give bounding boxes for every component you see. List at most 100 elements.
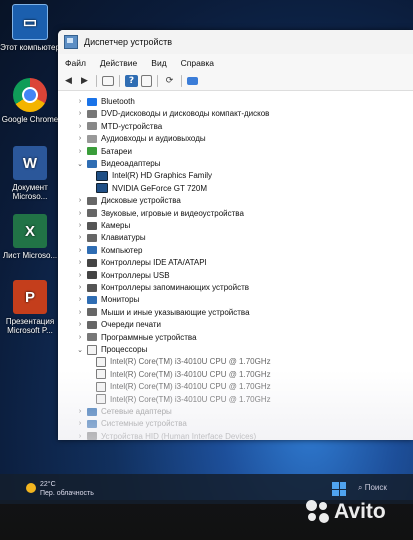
avito-watermark: Avito — [306, 500, 386, 524]
tree-item-label: Intel(R) Core(TM) i3-4010U CPU @ 1.70GHz — [110, 382, 271, 392]
menu-action[interactable]: Действие — [93, 58, 144, 68]
battery-icon — [87, 147, 97, 156]
tree-category[interactable]: ⌄ Процессоры — [76, 344, 147, 355]
forward-icon[interactable]: ▶ — [78, 75, 91, 87]
powerpoint-icon: P — [13, 280, 47, 314]
expanded-chevron-icon[interactable]: ⌄ — [76, 346, 84, 354]
expanded-chevron-icon[interactable]: ⌄ — [76, 160, 84, 168]
tree-item-label: Компьютер — [101, 245, 143, 255]
weather-widget[interactable]: 22°C Пер. облачность — [40, 480, 94, 498]
collapsed-chevron-icon[interactable]: › — [76, 408, 84, 415]
chrome-icon — [13, 78, 47, 112]
tree-category[interactable]: › Очереди печати — [76, 319, 161, 330]
tree-item-label: Сетевые адаптеры — [101, 407, 172, 416]
collapsed-chevron-icon[interactable]: › — [76, 433, 84, 440]
tree-category[interactable]: › Клавиатуры — [76, 232, 146, 243]
tree-category[interactable]: › MTD-устройства — [76, 121, 162, 132]
printer-icon — [87, 320, 97, 329]
cpu-icon — [87, 344, 97, 355]
collapsed-chevron-icon[interactable]: › — [76, 210, 84, 217]
collapsed-chevron-icon[interactable]: › — [76, 259, 84, 266]
tree-category[interactable]: › Сетевые адаптеры — [76, 406, 172, 417]
tree-device[interactable]: NVIDIA GeForce GT 720M — [96, 183, 207, 194]
tree-device[interactable]: Intel(R) Core(TM) i3-4010U CPU @ 1.70GHz — [96, 356, 271, 367]
title-bar[interactable]: Диспетчер устройств — [58, 30, 413, 54]
usb-icon — [87, 271, 97, 280]
tree-category[interactable]: › Bluetooth — [76, 96, 135, 107]
desktop-icon-excel[interactable]: X Лист Microso... — [0, 214, 60, 260]
help-icon[interactable]: ? — [125, 75, 138, 87]
tree-item-label: Устройства HID (Human Interface Devices) — [101, 431, 257, 440]
tree-item-label: MTD-устройства — [101, 121, 163, 131]
collapsed-chevron-icon[interactable]: › — [76, 284, 84, 291]
desktop-icon-powerpoint[interactable]: P Презентация Microsoft P... — [0, 280, 60, 335]
collapsed-chevron-icon[interactable]: › — [76, 296, 84, 303]
collapsed-chevron-icon[interactable]: › — [76, 135, 84, 142]
search-button[interactable]: ⌕ Поиск — [358, 483, 387, 493]
collapsed-chevron-icon[interactable]: › — [76, 234, 84, 241]
tree-item-label: Программные устройства — [101, 332, 197, 342]
tree-category[interactable]: › Компьютер — [76, 245, 143, 256]
device-tree: › Bluetooth › DVD-дисководы и дисководы ком… — [58, 92, 413, 440]
collapsed-chevron-icon[interactable]: › — [76, 334, 84, 341]
tree-category[interactable]: ⌄ Видеоадаптеры — [76, 158, 161, 169]
desktop-icon-this-pc[interactable]: ▭ Этот компьютер — [0, 4, 60, 52]
collapsed-chevron-icon[interactable]: › — [76, 123, 84, 130]
tree-item-label: Дисковые устройства — [101, 196, 181, 206]
tree-category[interactable]: › DVD-дисководы и дисководы компакт-диско… — [76, 108, 270, 119]
details-icon[interactable] — [141, 75, 152, 87]
tree-category[interactable]: › Дисковые устройства — [76, 195, 181, 206]
monitor-icon[interactable] — [187, 77, 198, 85]
tree-item-label: Процессоры — [101, 345, 148, 354]
cpu-icon — [96, 381, 106, 392]
tree-category[interactable]: › Системные устройства — [76, 418, 187, 429]
menu-help[interactable]: Справка — [174, 58, 221, 68]
menu-file[interactable]: Файл — [58, 58, 93, 68]
tree-device[interactable]: Intel(R) Core(TM) i3-4010U CPU @ 1.70GHz — [96, 369, 271, 380]
back-icon[interactable]: ◀ — [62, 75, 75, 87]
software-icon — [87, 333, 97, 342]
tree-item-label: Intel(R) Core(TM) i3-4010U CPU @ 1.70GHz — [110, 394, 271, 404]
tree-category[interactable]: › Контроллеры запоминающих устройств — [76, 282, 249, 293]
tree-item-label: Видеоадаптеры — [101, 159, 161, 168]
collapsed-chevron-icon[interactable]: › — [76, 420, 84, 427]
tree-category[interactable]: › Батареи — [76, 146, 132, 157]
start-button[interactable] — [332, 482, 346, 496]
tree-category[interactable]: › Камеры — [76, 220, 130, 231]
controller-icon — [87, 258, 97, 267]
collapsed-chevron-icon[interactable]: › — [76, 148, 84, 155]
weather-temperature: 22°C — [40, 481, 56, 488]
tree-item-label: Камеры — [101, 221, 131, 230]
tree-category[interactable]: › Контроллеры IDE ATA/ATAPI — [76, 257, 207, 268]
monitor-icon — [87, 295, 97, 304]
tree-item-label: Bluetooth — [101, 97, 135, 106]
keyboard-icon — [87, 233, 97, 242]
word-icon: W — [13, 146, 47, 180]
tree-device[interactable]: Intel(R) Core(TM) i3-4010U CPU @ 1.70GHz — [96, 381, 271, 392]
collapsed-chevron-icon[interactable]: › — [76, 197, 84, 204]
tree-category[interactable]: › Мыши и иные указывающие устройства — [76, 307, 250, 318]
dvd-icon — [87, 109, 97, 118]
collapsed-chevron-icon[interactable]: › — [76, 247, 84, 254]
toolbar-separator — [181, 75, 182, 87]
collapsed-chevron-icon[interactable]: › — [76, 98, 84, 105]
weather-icon — [26, 483, 36, 493]
collapsed-chevron-icon[interactable]: › — [76, 321, 84, 328]
tree-category[interactable]: › Контроллеры USB — [76, 270, 170, 281]
collapsed-chevron-icon[interactable]: › — [76, 222, 84, 229]
scan-icon[interactable]: ⟳ — [163, 75, 176, 87]
menu-view[interactable]: Вид — [144, 58, 173, 68]
collapsed-chevron-icon[interactable]: › — [76, 110, 84, 117]
tree-category[interactable]: › Звуковые, игровые и видеоустройства — [76, 208, 244, 219]
tree-category[interactable]: › Аудиовходы и аудиовыходы — [76, 133, 206, 144]
tree-category[interactable]: › Программные устройства — [76, 332, 197, 343]
desktop-icon-word[interactable]: W Документ Microso... — [0, 146, 60, 201]
tree-device[interactable]: Intel(R) Core(TM) i3-4010U CPU @ 1.70GHz — [96, 394, 271, 405]
tree-category[interactable]: › Мониторы — [76, 294, 139, 305]
tree-category[interactable]: › Устройства HID (Human Interface Devices… — [76, 431, 256, 440]
properties-icon[interactable] — [102, 76, 114, 86]
collapsed-chevron-icon[interactable]: › — [76, 309, 84, 316]
collapsed-chevron-icon[interactable]: › — [76, 272, 84, 279]
desktop-icon-chrome[interactable]: Google Chrome — [0, 78, 60, 124]
tree-device[interactable]: Intel(R) HD Graphics Family — [96, 170, 212, 181]
